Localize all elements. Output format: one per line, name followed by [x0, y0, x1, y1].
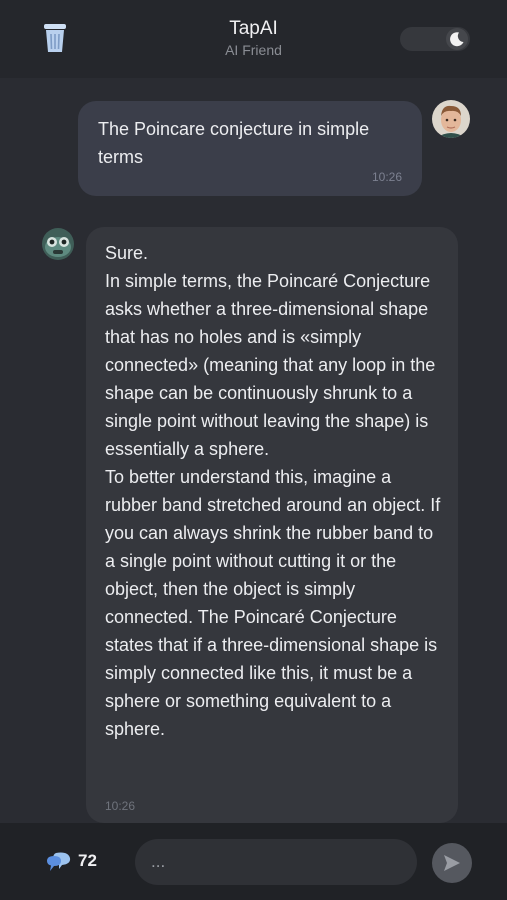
- send-button[interactable]: [432, 843, 472, 883]
- user-message-time: 10:26: [371, 170, 402, 184]
- user-message-bubble: The Poincare conjecture in simple terms …: [78, 101, 422, 196]
- bot-avatar: [40, 226, 76, 262]
- user-message-text: The Poincare conjecture in simple terms: [98, 119, 370, 167]
- message-credits-count: 72: [78, 851, 97, 870]
- assistant-paragraph: In simple terms, the Poincaré Conjecture…: [105, 271, 436, 459]
- assistant-paragraph: To better understand this, imagine a rub…: [105, 467, 441, 739]
- assistant-message-time: 10:26: [105, 799, 136, 813]
- assistant-paragraph: Sure.: [105, 243, 149, 263]
- user-avatar: [432, 100, 470, 138]
- theme-toggle[interactable]: [400, 27, 470, 51]
- message-input[interactable]: [135, 839, 417, 885]
- chat-bubbles-icon[interactable]: [44, 849, 74, 875]
- moon-icon: [449, 31, 465, 47]
- app-header: TapAI AI Friend: [0, 0, 507, 78]
- assistant-message-text: Sure. In simple terms, the Poincaré Conj…: [105, 239, 445, 743]
- assistant-message-bubble: Sure. In simple terms, the Poincaré Conj…: [86, 227, 458, 823]
